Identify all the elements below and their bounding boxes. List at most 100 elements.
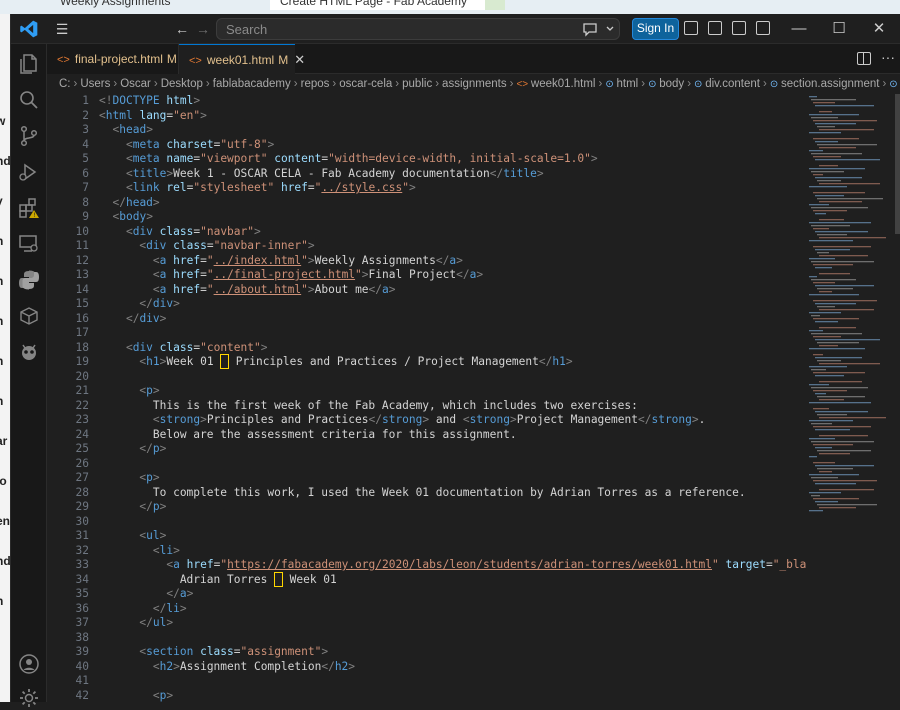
- tab-week01[interactable]: <> week01.html M ✕: [179, 44, 305, 74]
- code-line[interactable]: 18 <div class="content">: [47, 341, 807, 356]
- code-editor[interactable]: 1 <!DOCTYPE html> 2 <html lang="en"> 3 <head…: [47, 94, 807, 702]
- code-line[interactable]: 33 <a href="https://fabacademy.org/2020/…: [47, 558, 807, 573]
- search-icon[interactable]: [17, 88, 41, 112]
- code-line[interactable]: 31 <ul>: [47, 529, 807, 544]
- code-line[interactable]: 39 <section class="assignment">: [47, 645, 807, 660]
- code-line[interactable]: 6 <title>Week 1 - OSCAR CELA - Fab Acade…: [47, 167, 807, 182]
- code-line[interactable]: 7 <link rel="stylesheet" href="../style.…: [47, 181, 807, 196]
- minimize-icon[interactable]: —: [779, 17, 819, 41]
- gear-icon[interactable]: [17, 686, 41, 710]
- breadcrumb-item[interactable]: oscar-cela: [339, 78, 392, 90]
- code-line[interactable]: 41: [47, 674, 807, 689]
- run-debug-icon[interactable]: [17, 160, 41, 184]
- code-line[interactable]: 5 <meta name="viewport" content="width=d…: [47, 152, 807, 167]
- code-line[interactable]: 2 <html lang="en">: [47, 109, 807, 124]
- line-number: 28: [75, 485, 89, 499]
- back-arrow-icon[interactable]: ←: [171, 19, 193, 39]
- browser-tab[interactable]: Weekly Assignments: [50, 0, 250, 10]
- maximize-icon[interactable]: ☐: [819, 17, 859, 41]
- close-icon[interactable]: ✕: [859, 17, 899, 41]
- tab-final-project[interactable]: <> final-project.html M: [47, 44, 179, 74]
- code-line[interactable]: 34 Adrian Torres Week 01: [47, 571, 807, 588]
- code-line[interactable]: 30: [47, 515, 807, 530]
- code-line[interactable]: 24 Below are the assessment criteria for…: [47, 428, 807, 443]
- code-line[interactable]: 14 <a href="../about.html">About me</a>: [47, 283, 807, 298]
- code-line[interactable]: 10 <div class="navbar">: [47, 225, 807, 240]
- code-line[interactable]: 38: [47, 631, 807, 646]
- code-line[interactable]: 28 To complete this work, I used the Wee…: [47, 486, 807, 501]
- breadcrumb-item[interactable]: fablabacademy: [213, 78, 291, 90]
- code-line[interactable]: 40 <h2>Assignment Completion</h2>: [47, 660, 807, 675]
- line-number: 37: [75, 616, 89, 629]
- browser-tab[interactable]: [485, 0, 505, 10]
- code-line[interactable]: 20: [47, 370, 807, 385]
- code-line[interactable]: 36 </li>: [47, 602, 807, 617]
- account-icon[interactable]: [17, 652, 41, 676]
- minimap-line: [809, 366, 847, 368]
- browser-tab-active[interactable]: Create HTML Page - Fab Academy: [270, 0, 485, 10]
- code-line[interactable]: 27 <p>: [47, 471, 807, 486]
- code-line[interactable]: 29 </p>: [47, 500, 807, 515]
- explorer-icon[interactable]: [17, 52, 41, 76]
- line-code: <meta charset="utf-8">: [125, 137, 275, 151]
- code-line[interactable]: 22 This is the first week of the Fab Aca…: [47, 399, 807, 414]
- breadcrumb-item[interactable]: week01.html: [531, 78, 596, 90]
- breadcrumb-item[interactable]: assignments: [442, 78, 507, 90]
- code-line[interactable]: 12 <a href="../index.html">Weekly Assign…: [47, 254, 807, 269]
- breadcrumb-item[interactable]: Users: [80, 78, 110, 90]
- split-editor-icon[interactable]: [857, 52, 871, 65]
- background-text-fragment: n: [0, 394, 3, 408]
- menu-icon[interactable]: ☰: [51, 19, 73, 39]
- command-center-search[interactable]: Search: [216, 18, 620, 40]
- code-line[interactable]: 42 <p>: [47, 689, 807, 703]
- breadcrumb-item[interactable]: section.assignment: [781, 78, 879, 90]
- extensions-icon[interactable]: !: [17, 196, 41, 220]
- breadcrumb-item[interactable]: div.content: [705, 78, 760, 90]
- copilot-chat-icon[interactable]: [581, 20, 621, 38]
- code-line[interactable]: 26: [47, 457, 807, 472]
- code-line[interactable]: 1 <!DOCTYPE html>: [47, 94, 807, 109]
- code-line[interactable]: 15 </div>: [47, 297, 807, 312]
- toggle-panel-icon[interactable]: [732, 21, 746, 35]
- code-line[interactable]: 13 <a href="../final-project.html">Final…: [47, 268, 807, 283]
- toggle-primary-sidebar-icon[interactable]: [708, 21, 722, 35]
- code-line[interactable]: 19 <h1>Week 01 Principles and Practices …: [47, 354, 807, 370]
- code-line[interactable]: 11 <div class="navbar-inner">: [47, 239, 807, 254]
- code-line[interactable]: 25 </p>: [47, 442, 807, 457]
- python-icon[interactable]: [17, 268, 41, 292]
- alien-extension-icon[interactable]: [17, 340, 41, 364]
- source-control-icon[interactable]: [17, 124, 41, 148]
- code-line[interactable]: 8 </head>: [47, 196, 807, 211]
- code-line[interactable]: 16 </div>: [47, 312, 807, 327]
- breadcrumb-item[interactable]: body: [659, 78, 684, 90]
- code-line[interactable]: 35 </a>: [47, 587, 807, 602]
- code-line[interactable]: 23 <strong>Principles and Practices</str…: [47, 413, 807, 428]
- code-line[interactable]: 3 <head>: [47, 123, 807, 138]
- close-tab-icon[interactable]: ✕: [294, 52, 305, 67]
- sign-in-button[interactable]: Sign In: [632, 18, 679, 40]
- code-line[interactable]: 17: [47, 326, 807, 341]
- customize-layout-icon[interactable]: [684, 21, 698, 35]
- code-line[interactable]: 37 </ul>: [47, 616, 807, 631]
- minimap[interactable]: [807, 94, 895, 534]
- breadcrumb-item[interactable]: C:: [59, 78, 71, 90]
- more-actions-icon[interactable]: ···: [881, 49, 895, 65]
- code-line[interactable]: 21 <p>: [47, 384, 807, 399]
- breadcrumb-item[interactable]: html: [617, 78, 639, 90]
- code-line[interactable]: 32 <li>: [47, 544, 807, 559]
- remote-explorer-icon[interactable]: [17, 232, 41, 256]
- line-number: 34: [75, 572, 89, 586]
- containers-icon[interactable]: [17, 304, 41, 328]
- code-line[interactable]: 9 <body>: [47, 210, 807, 225]
- forward-arrow-icon[interactable]: →: [192, 19, 214, 39]
- minimap-line: [815, 411, 868, 413]
- breadcrumb-item[interactable]: Desktop: [161, 78, 203, 90]
- breadcrumb-item[interactable]: repos: [301, 78, 330, 90]
- scrollbar-thumb[interactable]: [895, 94, 900, 234]
- toggle-secondary-sidebar-icon[interactable]: [756, 21, 770, 35]
- breadcrumb-item[interactable]: Oscar: [120, 78, 151, 90]
- code-line[interactable]: 4 <meta charset="utf-8">: [47, 138, 807, 153]
- breadcrumb-item[interactable]: public: [402, 78, 432, 90]
- vertical-scrollbar[interactable]: [895, 94, 900, 702]
- minimap-line: [815, 195, 844, 197]
